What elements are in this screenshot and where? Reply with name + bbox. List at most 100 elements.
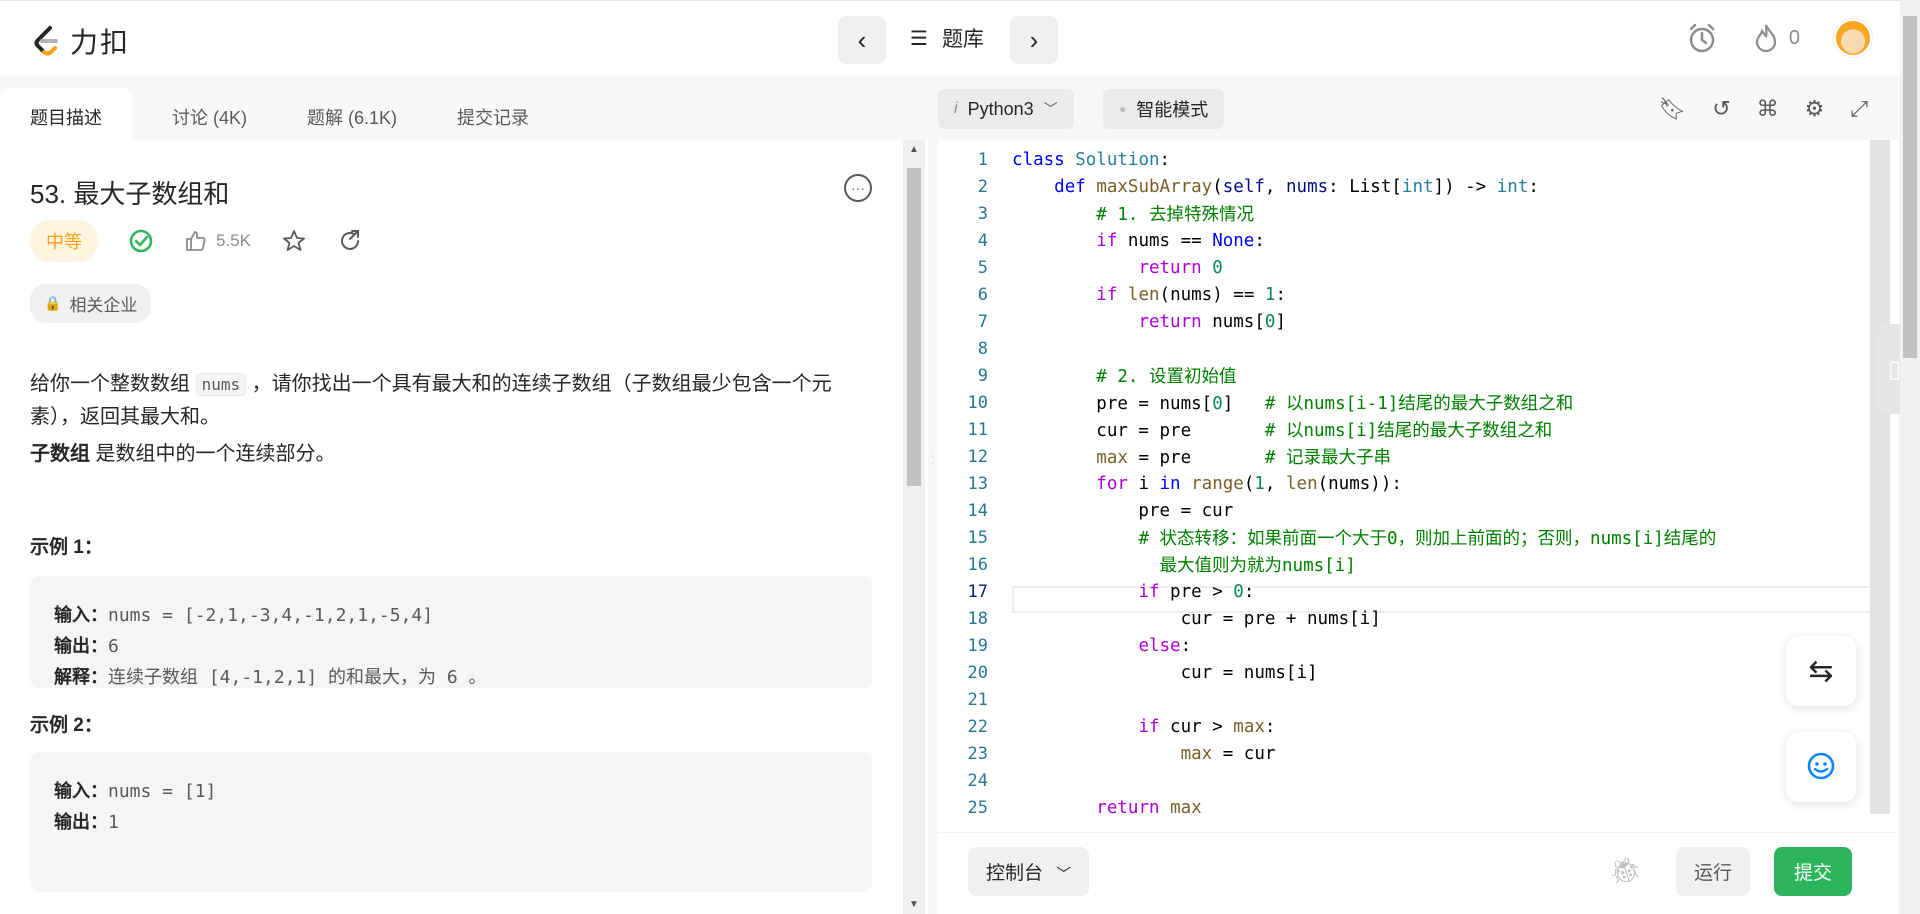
- chat-bubble-icon: [1807, 752, 1835, 780]
- panel-resize-handle[interactable]: · · ·: [928, 88, 938, 914]
- language-select[interactable]: i Python3 ﹀: [938, 89, 1074, 129]
- code-line: cur = nums[i]: [1012, 662, 1318, 683]
- scrollbar-thumb[interactable]: [1870, 140, 1890, 814]
- line-number: 9: [977, 365, 988, 386]
- company-tag-button[interactable]: 🔒 相关企业: [30, 284, 152, 323]
- thumbs-up-icon: [186, 231, 206, 251]
- code-line: # 状态转移：如果前面一个大于0，则加上前面的；否则，nums[i]结尾的: [1138, 529, 1717, 549]
- code-line: if nums == None:: [1096, 230, 1265, 251]
- input-label: 输入：: [54, 781, 108, 801]
- top-navbar: 力扣 ‹ ☰ 题库 › 0: [0, 0, 1920, 76]
- line-number: 6: [977, 284, 988, 305]
- like-count: 5.5K: [216, 231, 251, 250]
- subarray-term: 子数组: [30, 443, 90, 465]
- code-line: return nums[0]: [1138, 311, 1286, 332]
- top-right-actions: 0: [1685, 19, 1872, 57]
- fullscreen-icon[interactable]: ⤢: [1850, 96, 1868, 122]
- tab-submissions[interactable]: 提交记录: [427, 88, 559, 140]
- editor-scrollbar[interactable]: [1870, 140, 1890, 814]
- editor-panel: i Python3 ﹀ ● 智能模式 🔖︎ ↺ ⌘ ⚙ ⤢ 1 class Sol…: [938, 88, 1920, 914]
- code-line: max = pre # 记录最大子串: [1096, 448, 1391, 468]
- problem-list-label: 题库: [941, 28, 984, 51]
- line-number: 23: [967, 743, 988, 764]
- problem-list-button[interactable]: ☰ 题库: [910, 23, 984, 53]
- chevron-left-icon: ‹: [857, 24, 867, 55]
- line-number: 15: [967, 527, 988, 548]
- reset-icon[interactable]: ↺: [1712, 96, 1730, 122]
- scroll-up-arrow-icon[interactable]: ▲: [909, 144, 919, 155]
- tab-discussion[interactable]: 讨论 (4K): [142, 88, 277, 140]
- problem-panel: 题目描述 讨论 (4K) 题解 (6.1K) 提交记录 53. 最大子数组和 ·…: [0, 88, 928, 914]
- example-1-box: 输入：nums = [-2,1,-3,4,-1,2,1,-5,4] 输出：6 解…: [30, 576, 872, 688]
- statement-text-1: 给你一个整数数组: [30, 373, 196, 395]
- tab-solutions[interactable]: 题解 (6.1K): [277, 88, 427, 140]
- code-line: if pre > 0:: [1138, 581, 1255, 602]
- line-number: 3: [977, 203, 988, 224]
- input-label: 输入：: [54, 605, 108, 625]
- line-number: 4: [977, 230, 988, 251]
- console-toggle-button[interactable]: 控制台 ﹀: [968, 847, 1090, 896]
- page-scrollbar[interactable]: [1900, 0, 1920, 914]
- settings-gear-icon[interactable]: ⚙: [1805, 96, 1825, 122]
- share-icon[interactable]: [337, 228, 363, 254]
- chevron-down-icon: ﹀: [1043, 101, 1058, 117]
- line-number: 16: [967, 554, 988, 575]
- like-button[interactable]: 5.5K: [184, 229, 251, 253]
- code-line: # 2. 设置初始值: [1096, 367, 1237, 387]
- shortcut-command-icon[interactable]: ⌘: [1757, 96, 1779, 122]
- code-line: max = cur: [1180, 743, 1276, 764]
- debug-bug-icon[interactable]: 🐞︎: [1609, 855, 1642, 886]
- scrollbar-thumb[interactable]: [907, 168, 921, 486]
- line-number: 7: [977, 311, 988, 332]
- leetcode-logo-icon: [34, 26, 58, 56]
- code-line: return 0: [1138, 257, 1223, 278]
- star-icon[interactable]: [281, 228, 307, 254]
- scrollbar-thumb[interactable]: [1903, 16, 1917, 358]
- line-number: 8: [977, 338, 988, 359]
- smart-mode-label: 智能模式: [1136, 100, 1209, 120]
- streak-counter[interactable]: 0: [1753, 23, 1800, 53]
- logo[interactable]: 力扣: [30, 21, 130, 61]
- code-line: if cur > max:: [1138, 716, 1276, 737]
- alarm-clock-icon[interactable]: [1685, 21, 1719, 55]
- code-editor[interactable]: 1 class Solution: 2 def maxSubArray(self,…: [938, 140, 1878, 826]
- logo-text: 力扣: [70, 27, 131, 58]
- line-number: 11: [967, 419, 988, 440]
- scroll-down-arrow-icon[interactable]: ▼: [909, 899, 919, 910]
- streak-count: 0: [1788, 26, 1800, 49]
- output-label: 输出：: [54, 812, 108, 832]
- problem-title: 53. 最大子数组和: [30, 179, 230, 209]
- smart-mode-button[interactable]: ● 智能模式: [1103, 89, 1225, 129]
- example-2-box: 输入：nums = [1] 输出：1: [30, 752, 872, 892]
- code-line: return max: [1096, 797, 1202, 818]
- line-number: 21: [967, 689, 988, 710]
- info-icon: i: [954, 100, 958, 117]
- line-number: 12: [967, 446, 988, 467]
- example-1-explanation: 连续子数组 [4,-1,2,1] 的和最大，为 6 。: [108, 667, 487, 688]
- inline-code-nums: nums: [195, 373, 247, 396]
- example-1-input: nums = [-2,1,-3,4,-1,2,1,-5,4]: [108, 605, 434, 626]
- line-number: 19: [967, 635, 988, 656]
- code-diff-button[interactable]: ⇆: [1786, 636, 1856, 706]
- prev-problem-button[interactable]: ‹: [838, 16, 886, 64]
- description-scrollbar[interactable]: ▲ ▼: [903, 140, 925, 914]
- code-line: # 1. 去掉特殊情况: [1096, 205, 1254, 225]
- ai-chat-button[interactable]: [1786, 732, 1856, 802]
- run-button[interactable]: 运行: [1675, 847, 1750, 896]
- tab-description[interactable]: 题目描述: [0, 88, 132, 140]
- problem-tabs: 题目描述 讨论 (4K) 题解 (6.1K) 提交记录: [0, 88, 928, 140]
- example-2-heading: 示例 2：: [30, 715, 103, 736]
- code-line: 最大值则为就为nums[i]: [1159, 556, 1356, 576]
- user-avatar[interactable]: [1834, 19, 1872, 57]
- example-2-output: 1: [108, 812, 119, 833]
- bookmark-icon[interactable]: 🔖︎: [1658, 96, 1686, 122]
- more-options-icon[interactable]: ···: [844, 174, 872, 202]
- submit-button[interactable]: 提交: [1773, 847, 1852, 896]
- example-2-input: nums = [1]: [108, 781, 217, 802]
- example-1-output: 6: [108, 636, 119, 657]
- problem-meta: 中等 5.5K: [30, 220, 363, 262]
- subarray-def-text: 是数组中的一个连续部分。: [90, 443, 336, 465]
- next-problem-button[interactable]: ›: [1010, 16, 1058, 64]
- code-line: pre = cur: [1012, 500, 1234, 521]
- code-line: pre = nums[0] # 以nums[i-1]结尾的最大子数组之和: [1012, 394, 1574, 414]
